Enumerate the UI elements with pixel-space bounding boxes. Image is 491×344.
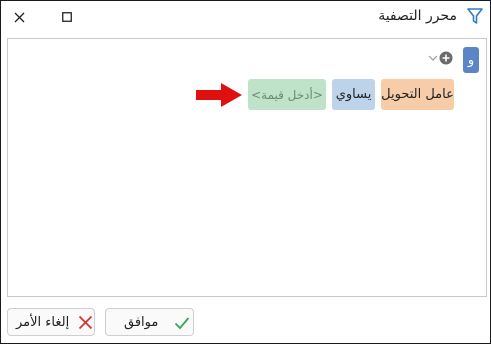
red-arrow-right-icon — [196, 83, 242, 107]
condition-value-chip[interactable]: <أدخل قيمة> — [248, 79, 326, 110]
plus-circle-icon[interactable] — [439, 51, 453, 65]
maximize-icon — [62, 12, 72, 22]
cancel-button-label: إلغاء الأمر — [16, 315, 70, 330]
condition-field-chip[interactable]: عامل التحويل — [381, 79, 454, 110]
filter-editor-area[interactable]: و عامل التحويل يساوي <أدخل قيمة> — [7, 38, 487, 297]
close-icon — [14, 12, 24, 22]
close-button[interactable] — [9, 7, 29, 27]
ok-button[interactable]: موافق — [105, 308, 194, 336]
maximize-button[interactable] — [57, 7, 77, 27]
group-operator-chip[interactable]: و — [463, 47, 479, 73]
ok-button-label: موافق — [124, 315, 159, 330]
x-icon — [78, 315, 93, 330]
check-icon — [174, 317, 190, 330]
title-bar: محرر التصفية — [1, 1, 490, 33]
cancel-button[interactable]: إلغاء الأمر — [7, 308, 95, 336]
filter-editor-window: محرر التصفية و عامل التحويل يساوي <أدخل … — [0, 0, 491, 344]
window-title: محرر التصفية — [378, 8, 457, 24]
filter-icon — [467, 8, 483, 24]
condition-operator-chip[interactable]: يساوي — [332, 79, 375, 110]
chevron-down-icon[interactable] — [428, 54, 438, 62]
